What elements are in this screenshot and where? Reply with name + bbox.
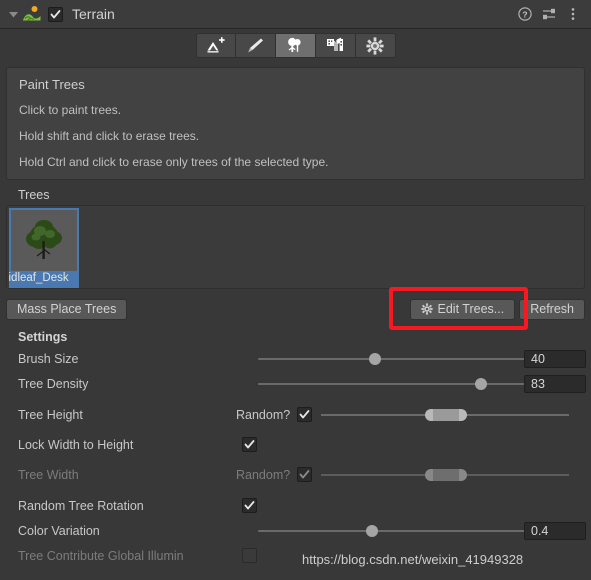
tree-thumbnail	[11, 210, 77, 272]
edit-trees-button[interactable]: Edit Trees...	[409, 298, 516, 320]
terrain-component-icon	[22, 5, 42, 23]
color-variation-slider[interactable]	[258, 523, 536, 539]
slider-track	[258, 357, 536, 360]
tree-actions-row: Mass Place Trees Edit Trees... Refresh	[6, 287, 585, 330]
lock-width-to-height-label: Lock Width to Height	[18, 437, 134, 452]
slider-min-handle	[425, 468, 434, 481]
slider-max-handle[interactable]	[459, 408, 468, 421]
lock-width-to-height-checkbox[interactable]	[242, 437, 257, 452]
tree-width-random-label: Random?	[236, 467, 291, 482]
slider-knob[interactable]	[366, 524, 378, 537]
tree-height-random-checkbox[interactable]	[297, 407, 313, 422]
tree-actions-right-group: Edit Trees... Refresh	[409, 297, 585, 321]
slider-track	[258, 382, 536, 385]
info-box-line: Click to paint trees.	[19, 103, 122, 117]
tree-width-minmax-slider	[321, 467, 570, 483]
brush-size-slider[interactable]	[258, 351, 536, 367]
paint-texture-tool[interactable]	[235, 33, 276, 58]
slider-range-bar[interactable]	[433, 408, 460, 421]
slider-min-handle[interactable]	[425, 408, 434, 421]
gear-icon	[420, 303, 433, 315]
tree-palette-item[interactable]: idleaf_Desk	[9, 208, 79, 288]
slider-knob[interactable]	[369, 352, 381, 365]
trees-section-label: Trees	[18, 188, 50, 202]
tree-height-random-label: Random?	[236, 407, 291, 422]
inspector-header: Terrain ?	[0, 0, 591, 29]
tree-width-random-checkbox	[297, 467, 313, 482]
color-variation-row: Color Variation 0.4	[0, 518, 591, 543]
tree-contribute-gi-checkbox	[242, 548, 257, 563]
info-box-line: Hold shift and click to erase trees.	[19, 129, 200, 143]
help-info-box: Paint Trees Click to paint trees. Hold s…	[6, 67, 585, 180]
random-tree-rotation-label: Random Tree Rotation	[18, 498, 144, 513]
terrain-settings-tool[interactable]	[355, 33, 396, 58]
svg-text:?: ?	[522, 9, 527, 19]
page-title: Terrain	[72, 6, 115, 22]
random-tree-rotation-row: Random Tree Rotation	[0, 493, 591, 518]
brush-size-row: Brush Size 40	[0, 346, 591, 371]
slider-knob[interactable]	[475, 377, 487, 390]
tree-width-row: Tree Width Random?	[0, 462, 591, 487]
tree-contribute-gi-label: Tree Contribute Global Illumin	[18, 548, 184, 563]
tree-height-label: Tree Height	[18, 407, 83, 422]
random-tree-rotation-checkbox[interactable]	[242, 498, 257, 513]
info-box-line: Hold Ctrl and click to erase only trees …	[19, 155, 329, 169]
mass-place-trees-button[interactable]: Mass Place Trees	[6, 298, 128, 320]
terrain-tool-toolbar	[0, 29, 591, 62]
component-enabled-checkbox[interactable]	[48, 6, 63, 22]
foldout-arrow-icon[interactable]	[6, 7, 20, 21]
tree-width-label: Tree Width	[18, 467, 79, 482]
brush-size-value-field[interactable]: 40	[524, 349, 586, 368]
paint-details-tool[interactable]	[315, 33, 356, 58]
tree-item-label: idleaf_Desk	[8, 272, 69, 285]
tree-density-value-field[interactable]: 83	[524, 374, 586, 393]
edit-trees-label: Edit Trees...	[437, 302, 505, 316]
raise-lower-terrain-tool[interactable]	[195, 33, 236, 58]
tree-density-row: Tree Density 83	[0, 371, 591, 396]
brush-size-label: Brush Size	[18, 351, 79, 366]
watermark-text: https://blog.csdn.net/weixin_41949328	[302, 552, 524, 567]
paint-trees-tool[interactable]	[275, 33, 316, 58]
slider-track	[258, 529, 536, 532]
tree-density-label: Tree Density	[18, 376, 89, 391]
tree-height-row: Tree Height Random?	[0, 402, 591, 427]
tree-palette-grid[interactable]: idleaf_Desk	[6, 205, 585, 289]
more-menu-icon[interactable]	[563, 4, 583, 24]
color-variation-label: Color Variation	[18, 523, 100, 538]
color-variation-value-field[interactable]: 0.4	[524, 521, 586, 540]
info-box-title: Paint Trees	[19, 77, 85, 92]
slider-range-bar	[433, 468, 460, 481]
help-icon[interactable]: ?	[515, 4, 535, 24]
lock-width-to-height-row: Lock Width to Height	[0, 432, 591, 457]
slider-max-handle	[459, 468, 468, 481]
refresh-button[interactable]: Refresh	[519, 298, 585, 320]
preset-icon[interactable]	[539, 4, 559, 24]
tree-height-minmax-slider[interactable]	[321, 407, 570, 423]
settings-heading: Settings	[18, 330, 68, 344]
tree-density-slider[interactable]	[258, 376, 536, 392]
